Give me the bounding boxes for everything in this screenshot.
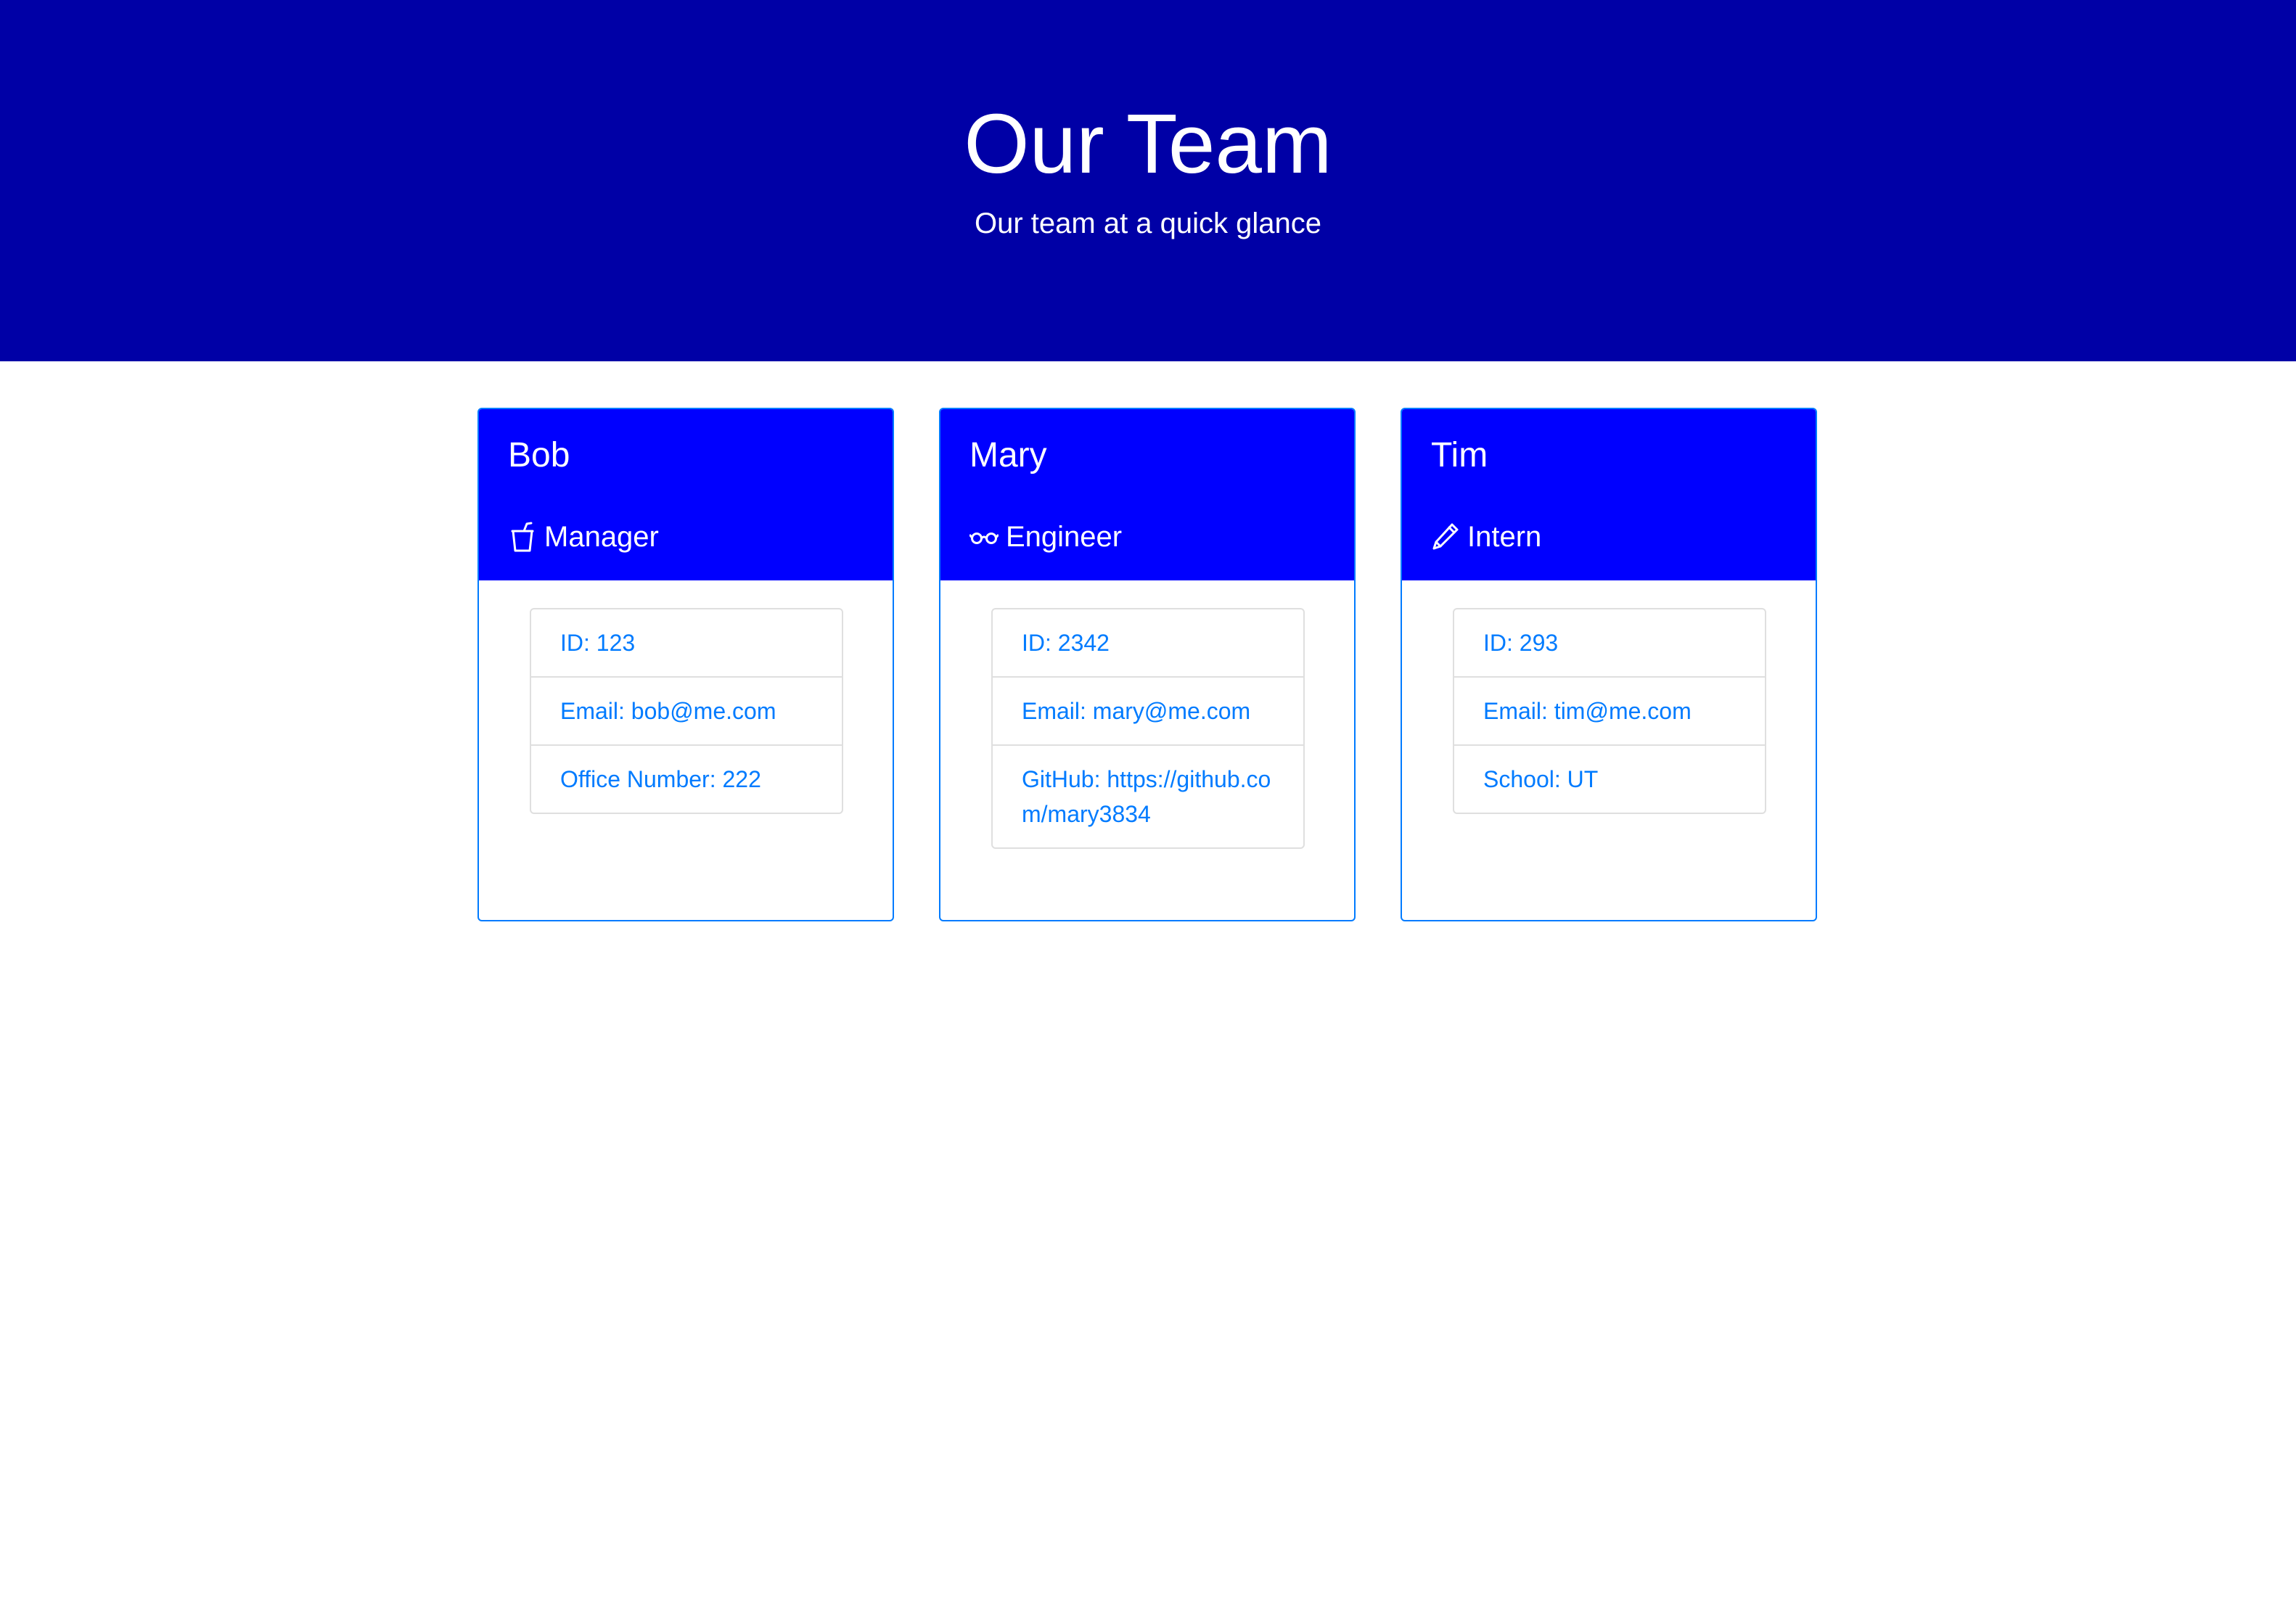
card-header: Tim Intern	[1402, 409, 1816, 580]
page-title: Our Team	[964, 96, 1332, 191]
employee-details-list: ID: 2342 Email: mary@me.com GitHub: http…	[991, 608, 1305, 849]
employee-id: ID: 123	[531, 609, 842, 678]
email-link[interactable]: mary@me.com	[1093, 698, 1250, 724]
employee-details-list: ID: 123 Email: bob@me.com Office Number:…	[530, 608, 843, 814]
employee-card-mary: Mary Engineer ID: 2342 Email: mary@me.co…	[939, 408, 1356, 921]
role-label: Engineer	[1006, 521, 1123, 553]
employee-id: ID: 293	[1454, 609, 1765, 678]
employee-role: Manager	[508, 517, 659, 557]
employee-role: Intern	[1431, 517, 1541, 557]
employee-email[interactable]: Email: mary@me.com	[993, 678, 1303, 746]
employee-name: Mary	[969, 436, 1047, 474]
page-header: Our Team Our team at a quick glance	[0, 0, 2296, 361]
employee-github[interactable]: GitHub: https://github.com/mary3834	[993, 746, 1303, 847]
cup-icon	[508, 521, 537, 553]
employee-email[interactable]: Email: tim@me.com	[1454, 678, 1765, 746]
employee-school: School: UT	[1483, 766, 1599, 792]
card-header: Bob Manager	[479, 409, 893, 580]
employee-card-bob: Bob Manager ID: 123 Email: bob@me.com Of…	[477, 408, 894, 921]
email-link[interactable]: tim@me.com	[1554, 698, 1692, 724]
card-header: Mary Engineer	[940, 409, 1354, 580]
page-subtitle: Our team at a quick glance	[974, 207, 1322, 239]
employee-name: Bob	[508, 436, 570, 474]
employee-name: Tim	[1431, 436, 1488, 474]
employee-card-tim: Tim Intern ID: 293 Email: tim@me.com Sch…	[1401, 408, 1817, 921]
employee-email[interactable]: Email: bob@me.com	[531, 678, 842, 746]
role-label: Manager	[544, 521, 659, 553]
employee-details-list: ID: 293 Email: tim@me.com School: UT	[1453, 608, 1766, 814]
employee-office-number: Office Number: 222	[560, 766, 761, 792]
pencil-icon	[1431, 521, 1460, 553]
email-link[interactable]: bob@me.com	[631, 698, 776, 724]
glasses-icon	[969, 521, 999, 553]
employee-id: ID: 2342	[993, 609, 1303, 678]
role-label: Intern	[1467, 521, 1542, 553]
employee-role: Engineer	[969, 517, 1122, 557]
